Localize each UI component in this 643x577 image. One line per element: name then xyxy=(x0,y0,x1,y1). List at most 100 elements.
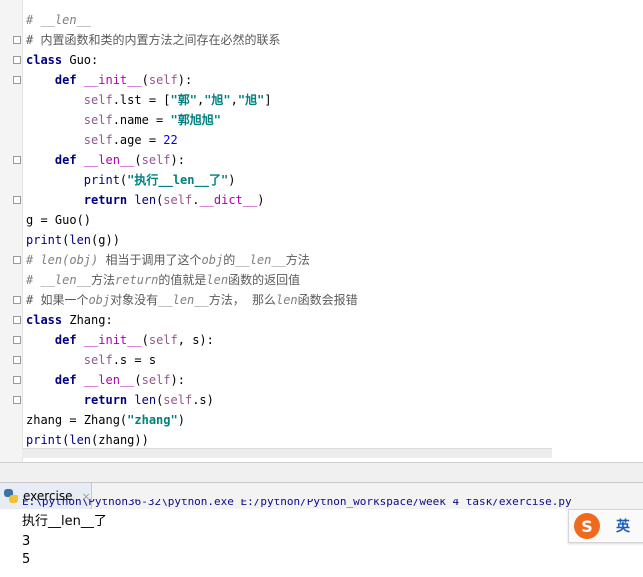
run-panel: exercise × E:\python\Python36-32\python.… xyxy=(0,482,643,577)
panel-divider[interactable] xyxy=(0,462,643,483)
code-line[interactable]: # __len__方法return的值就是len函数的返回值 xyxy=(26,270,358,290)
code-token: obj xyxy=(201,253,224,267)
code-line[interactable]: print("执行__len__了") xyxy=(26,170,358,190)
code-line[interactable]: print(len(zhang)) xyxy=(26,430,358,450)
code-token: (g)) xyxy=(91,233,120,247)
code-token: len xyxy=(134,393,157,407)
editor-gutter[interactable] xyxy=(0,0,23,462)
code-line[interactable]: self.name = "郭旭旭" xyxy=(26,110,358,130)
code-line[interactable]: class Zhang: xyxy=(26,310,358,330)
fold-marker[interactable] xyxy=(13,316,21,324)
fold-marker[interactable] xyxy=(13,196,21,204)
console-output-line: 3 xyxy=(22,534,31,549)
code-token: 相当于调用了这个 xyxy=(105,253,202,267)
code-token: print xyxy=(83,173,120,187)
code-token: self xyxy=(141,373,171,387)
code-token: __len__ xyxy=(83,153,135,167)
code-lines[interactable]: # __len__ # 内置函数和类的内置方法之间存在必然的联系 class Guo… xyxy=(26,10,358,450)
code-token: def xyxy=(54,373,84,387)
code-token: ): xyxy=(177,73,193,87)
fold-marker[interactable] xyxy=(13,76,21,84)
code-token: g = Guo() xyxy=(26,213,92,227)
code-token: Guo xyxy=(69,53,92,67)
code-token: # 如果一个 xyxy=(26,293,89,307)
code-token: ): xyxy=(170,373,185,387)
console-command-line: E:\python\Python36-32\python.exe E:/pyth… xyxy=(22,499,572,508)
fold-marker[interactable] xyxy=(13,256,21,264)
fold-marker[interactable] xyxy=(13,376,21,384)
code-token: "zhang" xyxy=(127,413,178,427)
code-token: __len__ xyxy=(158,293,209,307)
code-token: "旭" xyxy=(204,93,231,107)
code-token: class xyxy=(26,313,70,327)
code-line[interactable]: return len(self.s) xyxy=(26,390,358,410)
code-line[interactable]: self.age = 22 xyxy=(26,130,358,150)
code-token: .name = xyxy=(112,113,171,127)
ime-toolbar[interactable]: S 英 xyxy=(568,509,643,543)
code-token: len xyxy=(134,193,157,207)
code-line[interactable]: self.lst = ["郭","旭","旭"] xyxy=(26,90,358,110)
fold-marker[interactable] xyxy=(13,396,21,404)
code-token: __init__ xyxy=(83,333,142,347)
code-token: __len__ xyxy=(83,373,135,387)
code-token: .age = xyxy=(112,133,164,147)
code-line[interactable]: def __init__(self): xyxy=(26,70,358,90)
code-token: self xyxy=(83,353,113,367)
code-token: print xyxy=(26,233,63,247)
code-line[interactable]: print(len(g)) xyxy=(26,230,358,250)
code-token: return xyxy=(83,393,135,407)
sogou-logo-icon[interactable]: S xyxy=(574,513,600,539)
fold-marker[interactable] xyxy=(13,356,21,364)
code-token: def xyxy=(54,73,84,87)
code-token: 的值就是 xyxy=(158,273,207,287)
fold-marker[interactable] xyxy=(13,156,21,164)
code-token: len xyxy=(275,293,298,307)
ime-language-toggle[interactable]: 英 xyxy=(616,516,630,536)
code-token: self xyxy=(163,393,193,407)
code-line[interactable]: # len(obj) 相当于调用了这个obj的__len__方法 xyxy=(26,250,358,270)
code-token: len xyxy=(206,273,229,287)
console-output-line: 5 xyxy=(22,552,31,567)
code-token: 22 xyxy=(163,133,178,147)
code-line[interactable]: # __len__ xyxy=(26,10,358,30)
code-token: 函数的返回值 xyxy=(228,273,301,287)
code-line[interactable]: def __init__(self, s): xyxy=(26,330,358,350)
code-token: ( xyxy=(141,333,149,347)
fold-marker[interactable] xyxy=(13,296,21,304)
code-line[interactable]: self.s = s xyxy=(26,350,358,370)
code-line[interactable]: def __len__(self): xyxy=(26,370,358,390)
code-line[interactable]: def __len__(self): xyxy=(26,150,358,170)
code-token: 的 xyxy=(223,253,236,267)
code-token: # 内置函数和类的内置方法之间存在必然的联系 xyxy=(26,33,281,47)
code-token: ] xyxy=(264,93,272,107)
fold-marker[interactable] xyxy=(13,36,21,44)
code-line[interactable]: # 如果一个obj对象没有__len__方法， 那么len函数会报错 xyxy=(26,290,358,310)
console-output[interactable]: E:\python\Python36-32\python.exe E:/pyth… xyxy=(0,499,643,577)
code-token: __dict__ xyxy=(199,193,258,207)
code-token: 方法 xyxy=(285,253,310,267)
fold-marker[interactable] xyxy=(13,336,21,344)
code-line[interactable]: # 内置函数和类的内置方法之间存在必然的联系 xyxy=(26,30,358,50)
code-line[interactable]: zhang = Zhang("zhang") xyxy=(26,410,358,430)
code-token: ) xyxy=(228,173,236,187)
code-editor[interactable]: # __len__ # 内置函数和类的内置方法之间存在必然的联系 class Guo… xyxy=(0,0,643,462)
code-line[interactable]: g = Guo() xyxy=(26,210,358,230)
horizontal-scrollbar[interactable] xyxy=(22,448,552,458)
code-token: Zhang xyxy=(69,313,106,327)
code-line[interactable]: class Guo: xyxy=(26,50,358,70)
code-token: # __len__ xyxy=(26,13,92,27)
code-token: class xyxy=(26,53,70,67)
fold-marker[interactable] xyxy=(13,56,21,64)
code-token: .s = s xyxy=(112,353,157,367)
code-token: self xyxy=(83,93,113,107)
code-token: "执行__len__了" xyxy=(127,173,229,187)
code-token: "郭" xyxy=(170,93,197,107)
code-token: ) xyxy=(177,413,185,427)
code-line[interactable]: return len(self.__dict__) xyxy=(26,190,358,210)
code-token: def xyxy=(54,153,84,167)
